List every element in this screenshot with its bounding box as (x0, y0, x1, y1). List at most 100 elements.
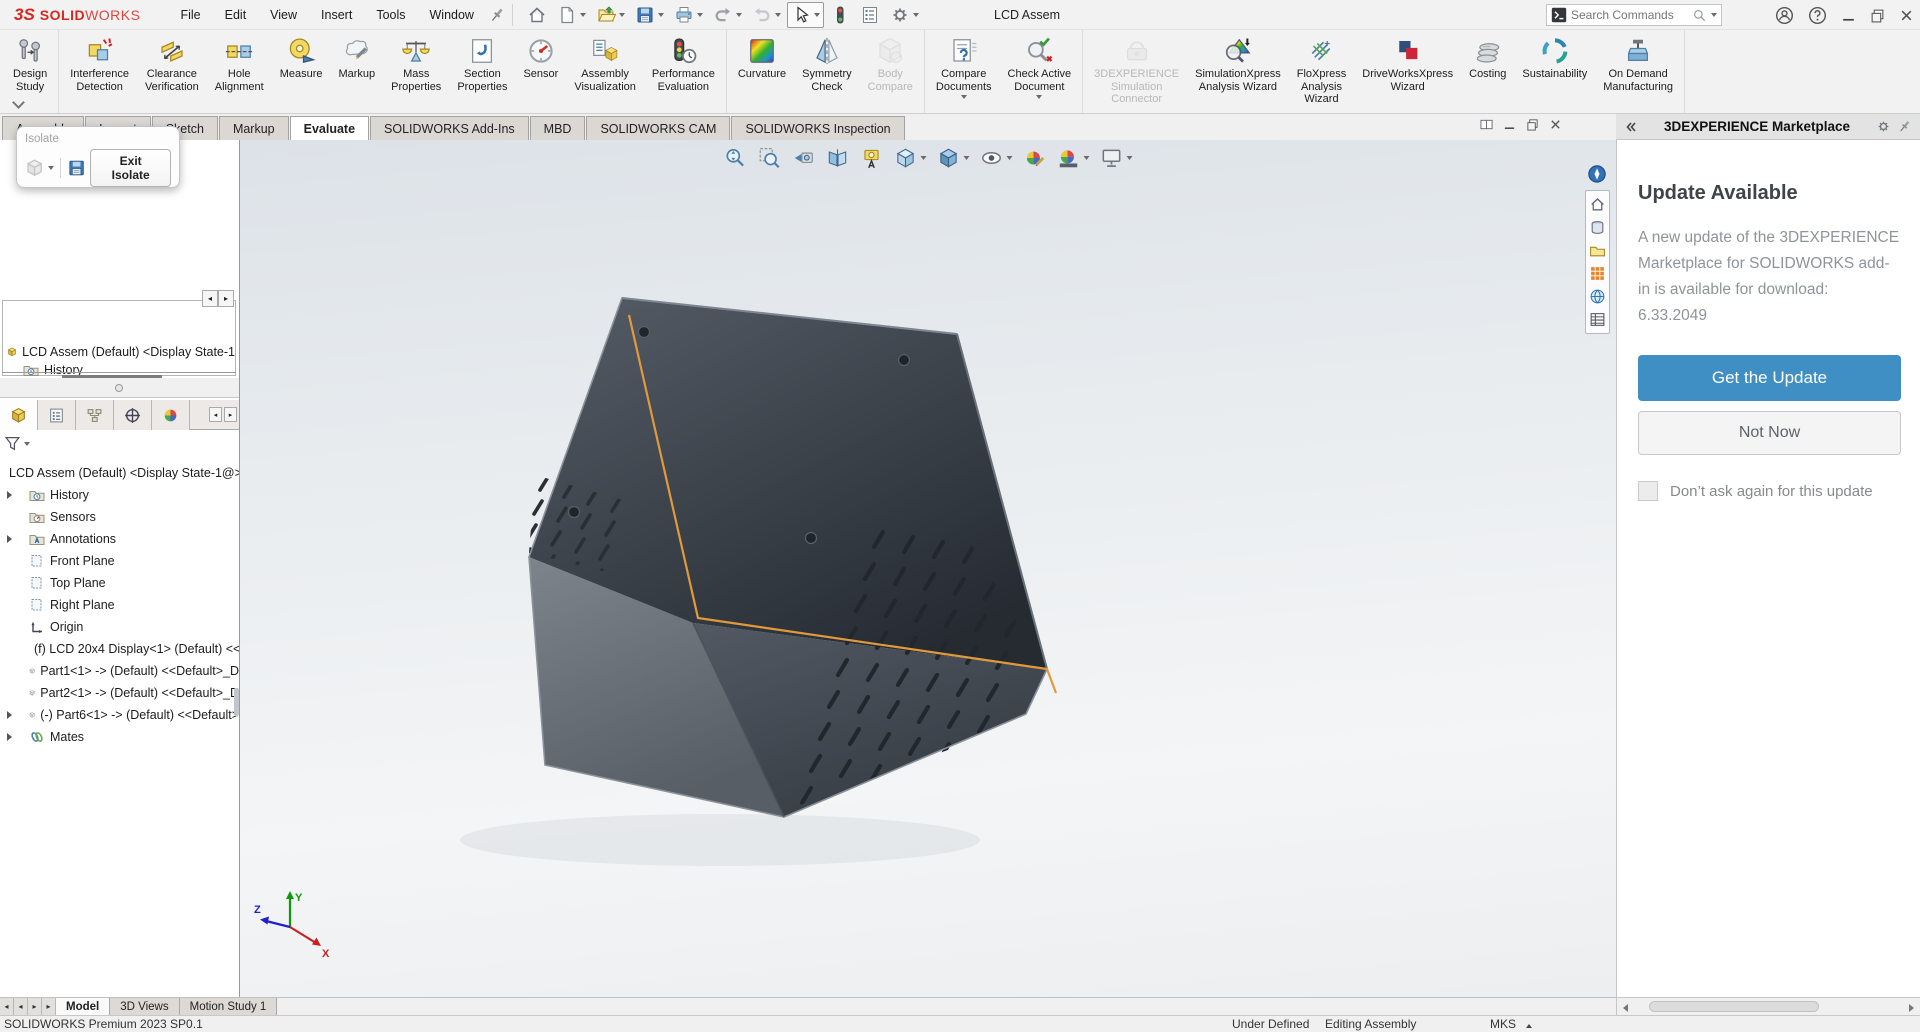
tab-markup[interactable]: Markup (218, 116, 289, 140)
panel-tab-properties[interactable] (38, 400, 76, 430)
ribbon-interference-detection-button[interactable]: Interference Detection (62, 30, 137, 113)
panel-tab-dimxpert[interactable] (114, 400, 152, 430)
dropdown-arrow-icon[interactable] (579, 12, 586, 17)
ribbon-on-demand-manufacturing-button[interactable]: On Demand Manufacturing (1595, 30, 1681, 113)
panel-scroll-right-button[interactable]: ▸ (224, 407, 237, 422)
save-display-state-icon[interactable] (67, 158, 86, 178)
panel-tab-display-manager[interactable] (152, 400, 190, 430)
tab-solidworks-inspection[interactable]: SOLIDWORKS Inspection (731, 116, 905, 140)
account-icon[interactable] (1775, 6, 1794, 25)
table-list-icon[interactable] (1589, 311, 1606, 328)
tree-item-history[interactable]: History (0, 484, 239, 506)
zoom-to-fit-button[interactable] (722, 144, 750, 172)
ribbon-floxpress-analysis-wizard-button[interactable]: FloXpress Analysis Wizard (1289, 30, 1355, 113)
ribbon-curvature-button[interactable]: Curvature (730, 30, 794, 113)
menu-edit[interactable]: Edit (213, 0, 259, 30)
dropdown-arrow-icon[interactable] (963, 156, 970, 160)
window-restore-button[interactable] (1870, 8, 1885, 23)
doc-tab-3d-views[interactable]: 3D Views (110, 998, 180, 1015)
menu-tools[interactable]: Tools (364, 0, 417, 30)
not-now-button[interactable]: Not Now (1638, 411, 1901, 455)
annotation-view-button[interactable] (858, 144, 886, 172)
ribbon-clearance-verification-button[interactable]: Clearance Verification (137, 30, 207, 113)
dropdown-arrow-icon[interactable] (912, 12, 919, 17)
dropdown-arrow-icon[interactable] (774, 12, 781, 17)
folder-icon[interactable] (1589, 242, 1606, 259)
panel-tab-configurations[interactable] (76, 400, 114, 430)
scroll-prev-button[interactable]: ◂ (14, 998, 28, 1015)
isolate-dropdown-icon[interactable] (48, 166, 55, 170)
apply-scene-button[interactable] (1055, 144, 1092, 172)
previous-view-button[interactable] (790, 144, 818, 172)
units-selector[interactable]: MKS (1490, 1017, 1533, 1031)
save-button[interactable] (631, 2, 668, 28)
exit-isolate-button[interactable]: Exit Isolate (90, 149, 172, 187)
help-icon[interactable] (1808, 6, 1827, 25)
menu-insert[interactable]: Insert (309, 0, 364, 30)
ribbon-assembly-visualization-button[interactable]: Assembly Visualization (566, 30, 644, 113)
tree-scroll-right-button[interactable]: ▸ (218, 290, 234, 307)
panel-scroll-left-button[interactable]: ◂ (209, 407, 222, 422)
expand-arrow-icon[interactable] (7, 491, 12, 499)
ribbon-driveworksxpress-wizard-button[interactable]: DriveWorksXpress Wizard (1354, 30, 1461, 113)
tree-item-annotations[interactable]: Annotations (0, 528, 239, 550)
edit-appearance-button[interactable] (1021, 144, 1049, 172)
search-input[interactable] (1571, 8, 1688, 22)
section-view-button[interactable] (824, 144, 852, 172)
window-minimize-button[interactable] (1841, 8, 1856, 23)
ribbon-costing-button[interactable]: Costing (1461, 30, 1514, 113)
select-button[interactable] (786, 1, 824, 28)
isolate-transparency-icon[interactable] (25, 158, 44, 178)
splitter-knob-icon[interactable] (115, 384, 123, 392)
ribbon-compare-documents-button[interactable]: Compare Documents (928, 30, 1000, 113)
tab-solidworks-add-ins[interactable]: SOLIDWORKS Add-Ins (370, 116, 529, 140)
ribbon-check-active-document-button[interactable]: Check Active Document (1000, 30, 1080, 113)
collapse-panel-icon[interactable] (1624, 120, 1638, 134)
search-dropdown-icon[interactable] (1711, 13, 1717, 17)
tree-item-right-plane[interactable]: Right Plane (0, 594, 239, 616)
options-button[interactable] (886, 2, 923, 28)
panel-resize-grip[interactable] (234, 688, 239, 716)
graphics-viewport[interactable]: Y X Z (240, 140, 1616, 997)
undo-button[interactable] (709, 2, 746, 28)
tab-mbd[interactable]: MBD (529, 116, 586, 140)
dropdown-arrow-icon[interactable] (1036, 95, 1043, 99)
hide-show-items-button[interactable] (978, 144, 1015, 172)
view-orientation-button[interactable] (892, 144, 929, 172)
menu-file[interactable]: File (168, 0, 212, 30)
viewport-min-icon[interactable] (1503, 118, 1516, 131)
open-button[interactable] (592, 2, 629, 28)
scroll-last-button[interactable]: ▸ (42, 998, 56, 1015)
dropdown-arrow-icon[interactable] (1006, 156, 1013, 160)
tree-item-front-plane[interactable]: Front Plane (0, 550, 239, 572)
ribbon-section-properties-button[interactable]: Section Properties (449, 30, 515, 113)
tree-root-assembly[interactable]: LCD Assem (Default) <Display State-1@> (0, 462, 239, 484)
mini-tree-root[interactable]: LCD Assem (Default) <Display State-1 (7, 341, 235, 363)
ribbon-sustainability-button[interactable]: Sustainability (1514, 30, 1595, 113)
ribbon-symmetry-check-button[interactable]: Symmetry Check (794, 30, 860, 113)
scroll-next-button[interactable]: ▸ (28, 998, 42, 1015)
scrollbar-thumb[interactable] (1649, 1001, 1819, 1012)
dropdown-arrow-icon[interactable] (813, 12, 820, 17)
lcd-enclosure-3d-model[interactable] (240, 140, 1616, 997)
database-icon[interactable] (1589, 219, 1606, 236)
doc-tab-motion-study-1[interactable]: Motion Study 1 (179, 998, 278, 1015)
zoom-to-area-button[interactable] (756, 144, 784, 172)
menu-view[interactable]: View (258, 0, 309, 30)
tree-item-part6-1-d[interactable]: (-) Part6<1> -> (Default) <<Default> (0, 704, 239, 726)
window-close-button[interactable] (1899, 8, 1914, 23)
marketplace-hscrollbar[interactable] (1616, 997, 1920, 1015)
ribbon-sensor-button[interactable]: Sensor (515, 30, 566, 113)
dropdown-arrow-icon[interactable] (1126, 156, 1133, 160)
tab-solidworks-cam[interactable]: SOLIDWORKS CAM (586, 116, 731, 140)
scroll-left-icon[interactable] (1623, 1004, 1628, 1012)
tree-item-top-plane[interactable]: Top Plane (0, 572, 239, 594)
expand-arrow-icon[interactable] (7, 733, 12, 741)
tree-item-sensors[interactable]: Sensors (0, 506, 239, 528)
new-document-button[interactable] (553, 2, 590, 28)
dropdown-arrow-icon[interactable] (696, 12, 703, 17)
scroll-first-button[interactable]: ◂ (0, 998, 14, 1015)
scroll-right-icon[interactable] (1909, 1004, 1914, 1012)
dropdown-arrow-icon[interactable] (618, 12, 625, 17)
tree-filter[interactable] (4, 435, 30, 452)
